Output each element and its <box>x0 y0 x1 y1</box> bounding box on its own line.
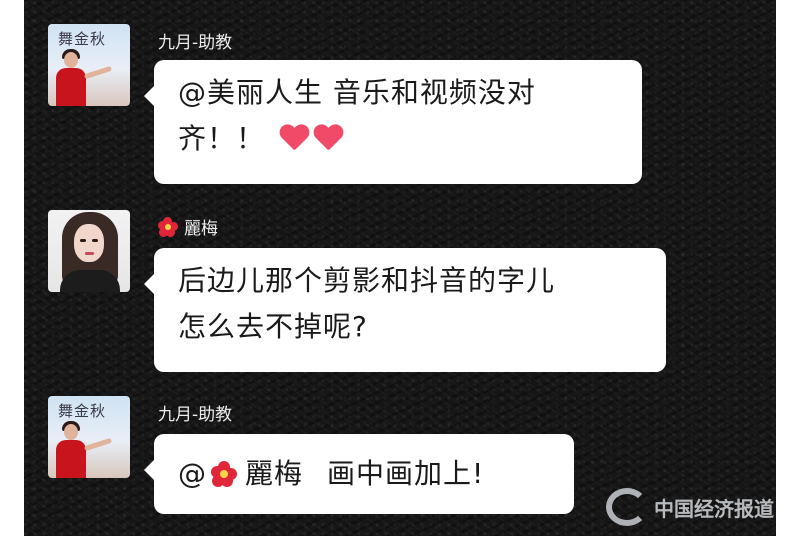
message-bubble[interactable]: @美丽人生 音乐和视频没对 齐！！ <box>144 60 642 184</box>
heart-icon <box>313 125 343 155</box>
heart-icon <box>279 125 309 155</box>
mention-name: 麗梅 <box>245 457 304 490</box>
message-text: 画中画加上! <box>327 457 485 490</box>
chat-background: 舞金秋 九月-助教 @美丽人生 音乐和视频没对 齐！！ 麗梅 后边儿那个剪影和抖… <box>24 0 776 536</box>
avatar-red-dress <box>56 440 86 478</box>
sender-name: 九月-助教 <box>158 28 232 53</box>
two-hearts-emoji <box>279 125 347 155</box>
avatar-sign-text: 舞金秋 <box>58 402 107 420</box>
sender-name-text: 九月-助教 <box>158 33 233 53</box>
message-line: @美丽人生 音乐和视频没对 <box>178 76 536 109</box>
message-bubble[interactable]: 后边儿那个剪影和抖音的字儿 怎么去不掉呢? <box>144 248 666 372</box>
watermark: 中国经济报道 <box>606 488 774 526</box>
avatar-face <box>64 52 78 68</box>
message-line-text: 齐！！ <box>178 122 266 155</box>
avatar[interactable]: 舞金秋 <box>48 396 130 478</box>
mention-at: @ <box>178 457 207 490</box>
watermark-text: 中国经济报道 <box>654 496 774 521</box>
avatar-face <box>64 424 78 440</box>
watermark-logo-icon <box>606 488 648 526</box>
avatar-eye <box>92 239 98 242</box>
hibiscus-icon <box>158 216 178 237</box>
avatar-arm <box>83 65 113 80</box>
avatar-sign-text: 舞金秋 <box>58 30 107 48</box>
message-line-with-emoji: 齐！！ <box>178 116 618 162</box>
avatar-arm <box>83 437 113 452</box>
avatar-face <box>74 224 104 262</box>
avatar-red-dress <box>56 68 86 106</box>
avatar-clothes <box>60 270 120 292</box>
sender-name-text: 九月-助教 <box>158 405 233 425</box>
avatar-lips <box>85 252 94 255</box>
sender-name: 九月-助教 <box>158 400 232 425</box>
message-line: 后边儿那个剪影和抖音的字儿 <box>178 264 556 297</box>
avatar[interactable] <box>48 210 130 292</box>
avatar-eye <box>80 239 86 242</box>
sender-name: 麗梅 <box>158 214 218 239</box>
message-bubble[interactable]: @ 麗梅 画中画加上! <box>144 434 574 514</box>
hibiscus-icon <box>211 461 237 487</box>
sender-name-text: 麗梅 <box>184 219 218 239</box>
avatar[interactable]: 舞金秋 <box>48 24 130 106</box>
message-line: 怎么去不掉呢? <box>178 310 368 343</box>
